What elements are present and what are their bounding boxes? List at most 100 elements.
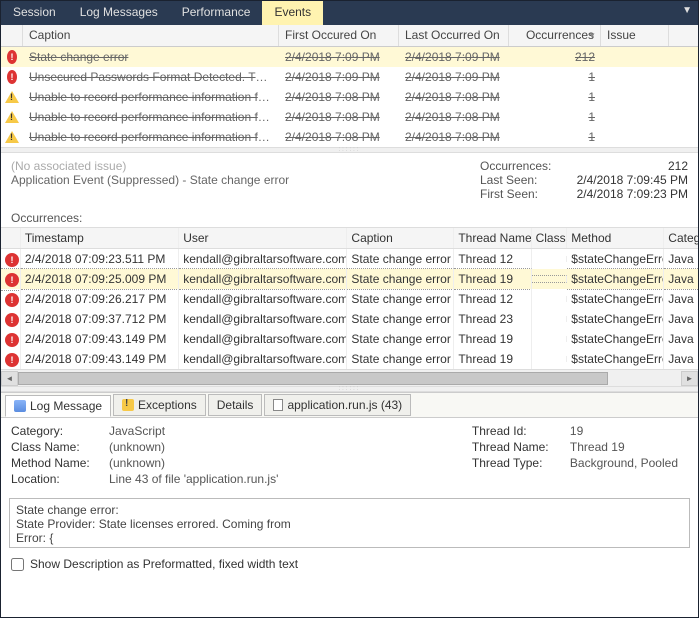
summary-last-value: 2/4/2018 7:09:45 PM bbox=[568, 173, 688, 187]
description-box[interactable]: State change error: State Provider: Stat… bbox=[9, 498, 690, 548]
btab-details[interactable]: Details bbox=[208, 394, 263, 416]
btab-log-message[interactable]: Log Message bbox=[5, 395, 111, 417]
error-icon: ! bbox=[5, 253, 19, 267]
event-issue bbox=[601, 135, 669, 139]
tab-overflow-menu[interactable]: ▼ bbox=[676, 1, 698, 25]
event-caption: Unsecured Passwords Format Detected. The… bbox=[23, 68, 279, 86]
col-occurrences[interactable]: Occurrences bbox=[509, 25, 601, 46]
detail-category-value: JavaScript bbox=[109, 424, 165, 438]
summary-occ-label: Occurrences: bbox=[480, 159, 560, 173]
no-issue-label: (No associated issue) bbox=[11, 159, 289, 173]
error-icon: ! bbox=[5, 313, 19, 327]
occ-method: $stateChangeError bbox=[567, 289, 664, 309]
detail-threadid-value: 19 bbox=[570, 424, 583, 438]
error-icon: ! bbox=[5, 273, 19, 287]
scroll-right-button[interactable]: ► bbox=[681, 371, 698, 386]
event-caption: Unable to record performance information… bbox=[23, 88, 279, 106]
events-grid-body: ! State change error 2/4/2018 7:09 PM 2/4/2… bbox=[1, 47, 698, 147]
event-row[interactable]: !State change error2/4/2018 7:09 PM2/4/2… bbox=[1, 47, 698, 67]
btab-file[interactable]: application.run.js (43) bbox=[264, 394, 411, 416]
scroll-left-button[interactable]: ◄ bbox=[1, 371, 18, 386]
preformatted-label: Show Description as Preformatted, fixed … bbox=[30, 557, 298, 571]
detail-location-label: Location: bbox=[11, 472, 101, 486]
occ-class bbox=[532, 256, 568, 262]
occ-col-user[interactable]: User bbox=[179, 228, 347, 248]
occ-col-icon[interactable] bbox=[1, 228, 21, 248]
horizontal-scrollbar[interactable]: ◄ ► bbox=[1, 369, 698, 386]
detail-class-value: (unknown) bbox=[109, 440, 165, 454]
occ-class bbox=[532, 356, 568, 362]
occ-caption: State change error bbox=[347, 309, 454, 329]
top-tab-bar: Session Log Messages Performance Events … bbox=[1, 1, 698, 25]
occ-class bbox=[532, 336, 568, 342]
occ-caption: State change error bbox=[347, 249, 454, 269]
event-last: 2/4/2018 7:09 PM bbox=[399, 68, 509, 86]
detail-class-label: Class Name: bbox=[11, 440, 101, 454]
col-caption[interactable]: Caption bbox=[23, 25, 279, 46]
scroll-thumb[interactable] bbox=[18, 372, 608, 385]
occ-col-method[interactable]: Method bbox=[567, 228, 664, 248]
occ-class bbox=[532, 275, 568, 283]
occurrences-title: Occurrences: bbox=[1, 205, 698, 227]
detail-method-label: Method Name: bbox=[11, 456, 101, 470]
event-row[interactable]: Unable to record performance information… bbox=[1, 107, 698, 127]
error-icon: ! bbox=[7, 50, 17, 64]
btab-log-label: Log Message bbox=[30, 399, 102, 413]
occurrence-row[interactable]: !2/4/2018 07:09:43.149 PMkendall@gibralt… bbox=[1, 349, 698, 369]
tab-log-messages[interactable]: Log Messages bbox=[68, 1, 170, 25]
detail-threadid-label: Thread Id: bbox=[472, 424, 562, 438]
col-first-occurred[interactable]: First Occured On bbox=[279, 25, 399, 46]
occ-timestamp: 2/4/2018 07:09:25.009 PM bbox=[21, 268, 179, 290]
event-row[interactable]: Unable to record performance information… bbox=[1, 127, 698, 147]
occurrence-row[interactable]: !2/4/2018 07:09:43.149 PMkendall@gibralt… bbox=[1, 329, 698, 349]
occ-method: $stateChangeError bbox=[567, 349, 664, 369]
detail-location-link[interactable]: Line 43 of file 'application.run.js' bbox=[109, 472, 278, 486]
occ-col-timestamp[interactable]: Timestamp bbox=[21, 228, 179, 248]
event-occ: 1 bbox=[509, 88, 601, 106]
occ-timestamp: 2/4/2018 07:09:43.149 PM bbox=[21, 329, 179, 349]
detail-tab-bar: Log Message Exceptions Details applicati… bbox=[1, 392, 698, 418]
occ-col-class[interactable]: Class bbox=[532, 228, 568, 248]
col-last-occurred[interactable]: Last Occurred On bbox=[399, 25, 509, 46]
occ-user: kendall@gibraltarsoftware.com bbox=[179, 268, 347, 290]
event-row[interactable]: Unable to record performance information… bbox=[1, 87, 698, 107]
detail-category-label: Category: bbox=[11, 424, 101, 438]
desc-line-3: Error: { bbox=[16, 531, 683, 545]
occurrence-row[interactable]: !2/4/2018 07:09:37.712 PMkendall@gibralt… bbox=[1, 309, 698, 329]
col-issue[interactable]: Issue bbox=[601, 25, 669, 46]
occ-col-thread[interactable]: Thread Name bbox=[454, 228, 531, 248]
btab-det-label: Details bbox=[217, 398, 254, 412]
detail-threadname-value: Thread 19 bbox=[570, 440, 625, 454]
occ-user: kendall@gibraltarsoftware.com bbox=[179, 329, 347, 349]
col-icon[interactable] bbox=[1, 25, 23, 46]
summary-occ-value: 212 bbox=[568, 159, 688, 173]
btab-exc-label: Exceptions bbox=[138, 398, 197, 412]
occ-category: Java bbox=[664, 349, 698, 369]
occurrence-row[interactable]: !2/4/2018 07:09:26.217 PMkendall@gibralt… bbox=[1, 289, 698, 309]
summary-last-label: Last Seen: bbox=[480, 173, 560, 187]
occ-method: $stateChangeError bbox=[567, 329, 664, 349]
tab-session[interactable]: Session bbox=[1, 1, 68, 25]
tab-events[interactable]: Events bbox=[262, 1, 323, 25]
btab-file-label: application.run.js (43) bbox=[287, 398, 402, 412]
occ-thread: Thread 23 bbox=[454, 309, 531, 329]
event-last: 2/4/2018 7:08 PM bbox=[399, 88, 509, 106]
occurrence-row[interactable]: !2/4/2018 07:09:25.009 PMkendall@gibralt… bbox=[1, 269, 698, 289]
desc-line-2: State Provider: State licenses errored. … bbox=[16, 517, 683, 531]
occ-user: kendall@gibraltarsoftware.com bbox=[179, 349, 347, 369]
event-issue bbox=[601, 55, 669, 59]
occ-caption: State change error bbox=[347, 268, 454, 290]
event-last: 2/4/2018 7:08 PM bbox=[399, 128, 509, 146]
occ-col-caption[interactable]: Caption bbox=[347, 228, 454, 248]
occ-col-category[interactable]: Categor bbox=[664, 228, 698, 248]
occurrence-row[interactable]: !2/4/2018 07:09:23.511 PMkendall@gibralt… bbox=[1, 249, 698, 269]
desc-line-1: State change error: bbox=[16, 503, 683, 517]
btab-exceptions[interactable]: Exceptions bbox=[113, 394, 206, 416]
preformatted-checkbox[interactable] bbox=[11, 558, 24, 571]
tab-performance[interactable]: Performance bbox=[170, 1, 263, 25]
event-title: Application Event (Suppressed) - State c… bbox=[11, 173, 289, 187]
event-row[interactable]: !Unsecured Passwords Format Detected. Th… bbox=[1, 67, 698, 87]
detail-threadtype-label: Thread Type: bbox=[472, 456, 562, 470]
event-caption: State change error bbox=[23, 48, 279, 66]
event-first: 2/4/2018 7:08 PM bbox=[279, 108, 399, 126]
